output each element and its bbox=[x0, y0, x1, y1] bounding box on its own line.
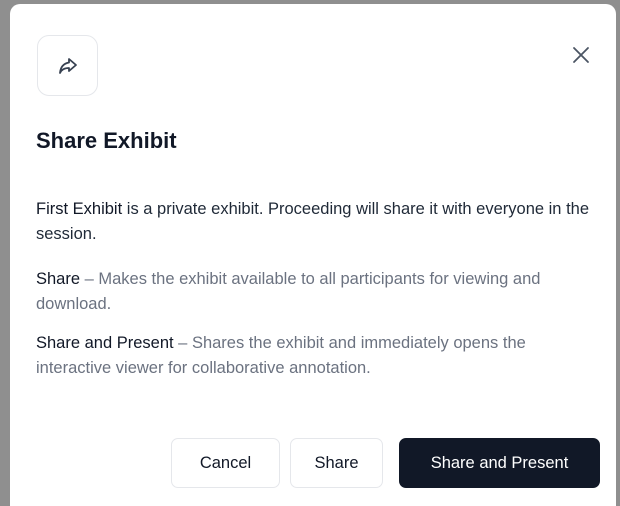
intro-paragraph: First Exhibit is a private exhibit. Proc… bbox=[36, 197, 601, 247]
cancel-button[interactable]: Cancel bbox=[171, 438, 280, 488]
close-button[interactable] bbox=[566, 40, 596, 70]
share-forward-icon bbox=[58, 57, 77, 74]
share-option-text: – Makes the exhibit available to all par… bbox=[36, 270, 541, 313]
present-option-label: Share and Present bbox=[36, 334, 174, 352]
share-option-label: Share bbox=[36, 270, 81, 288]
share-icon-container bbox=[37, 35, 98, 96]
share-exhibit-dialog: Share Exhibit First Exhibit is a private… bbox=[10, 4, 616, 506]
exhibit-name: First Exhibit bbox=[36, 200, 123, 218]
present-option-description: Share and Present – Shares the exhibit a… bbox=[36, 331, 601, 381]
dialog-title: Share Exhibit bbox=[36, 128, 177, 153]
share-and-present-button[interactable]: Share and Present bbox=[399, 438, 600, 488]
close-icon bbox=[573, 47, 589, 63]
share-button[interactable]: Share bbox=[290, 438, 383, 488]
share-option-description: Share – Makes the exhibit available to a… bbox=[36, 267, 601, 317]
